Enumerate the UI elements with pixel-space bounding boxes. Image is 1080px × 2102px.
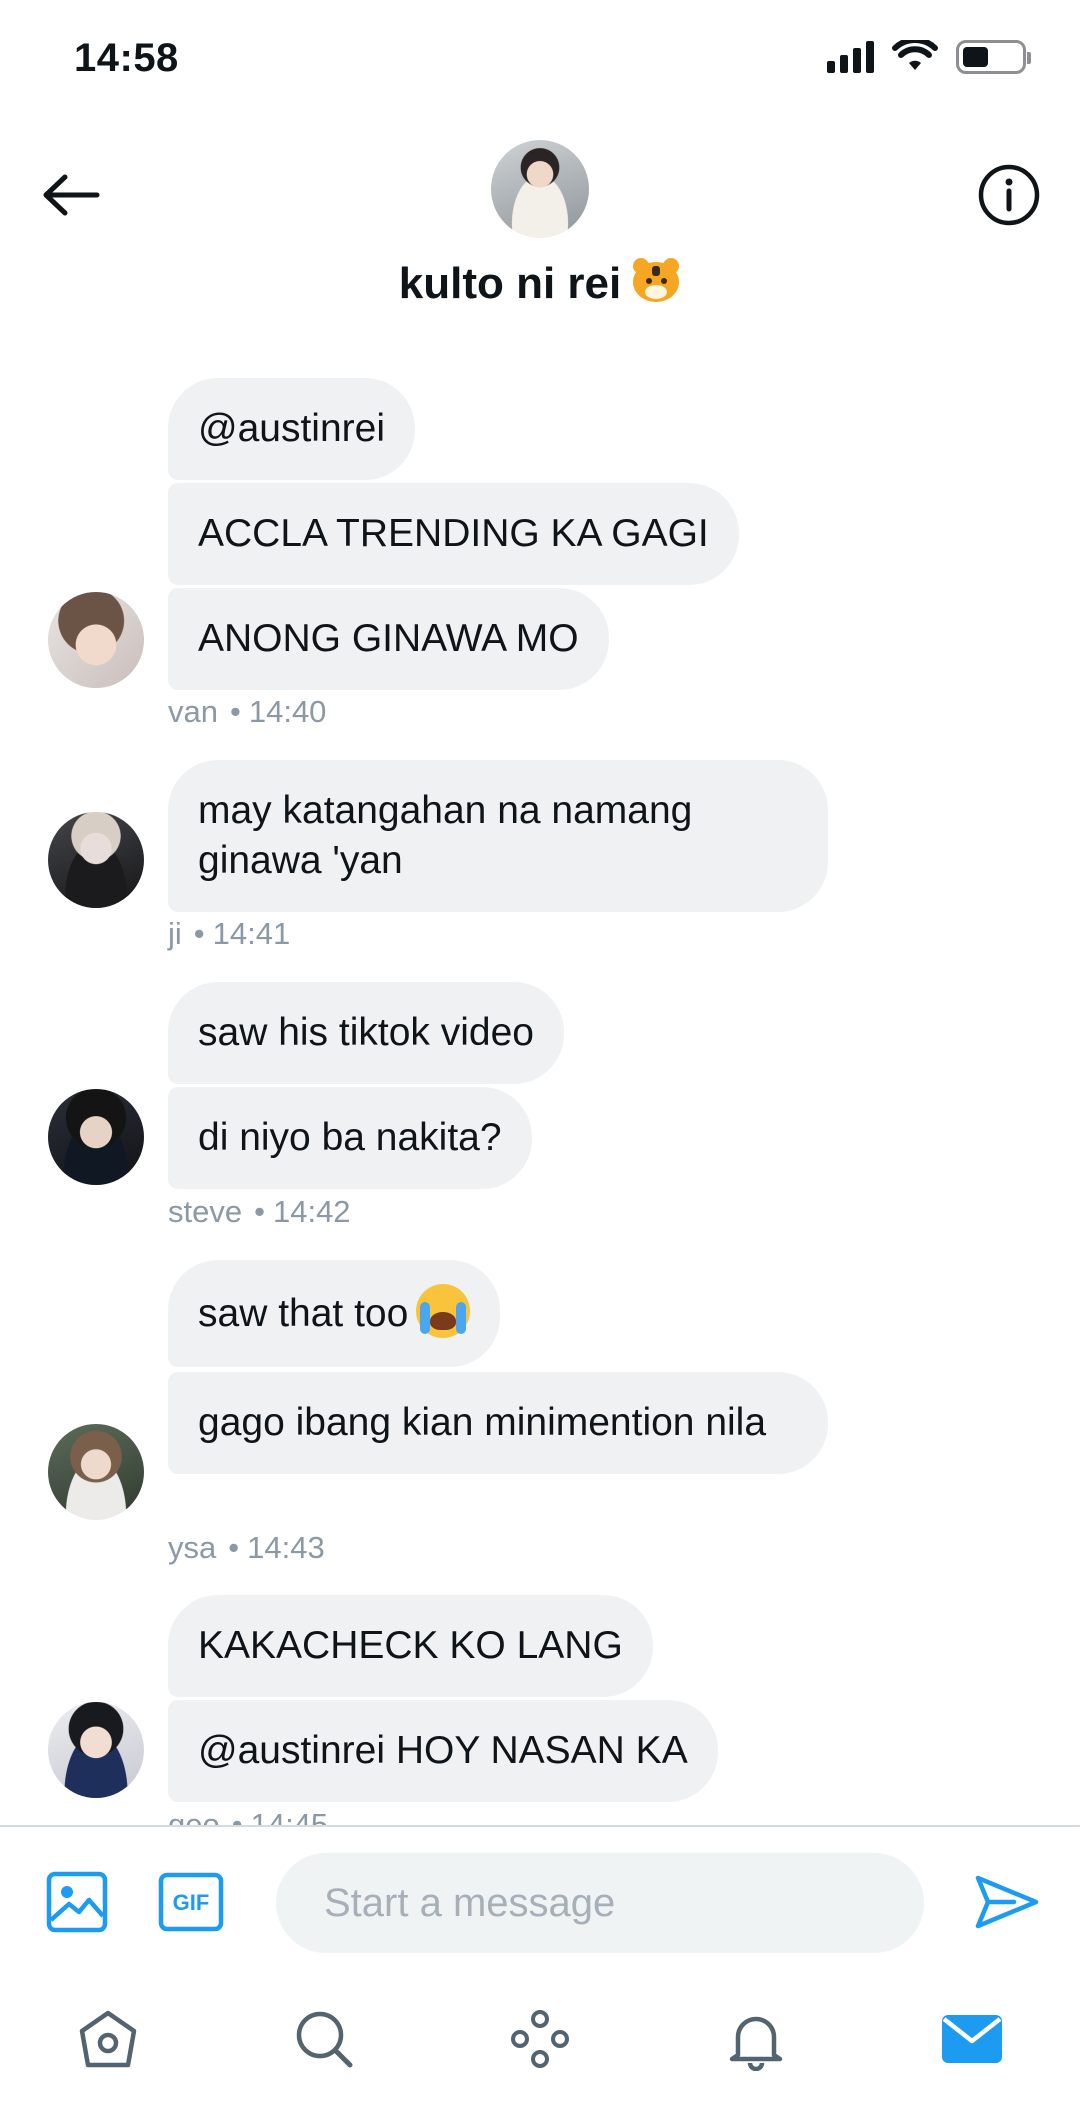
- message-input-container[interactable]: [276, 1853, 924, 1953]
- message-list[interactable]: @austinrei ACCLA TRENDING KA GAGI ANONG …: [0, 340, 1080, 1825]
- message-meta: ji • 14:41: [168, 916, 291, 951]
- tiger-face-emoji: [631, 258, 681, 304]
- message-text: saw that too: [198, 1292, 409, 1335]
- arrow-left-icon: [43, 174, 100, 216]
- message-bubble[interactable]: @austinrei: [168, 378, 416, 480]
- message-bubble[interactable]: may katangahan na namang ginawa 'yan: [168, 760, 828, 912]
- send-button[interactable]: [972, 1867, 1042, 1937]
- messages-icon: [942, 2014, 1002, 2063]
- avatar-ysa[interactable]: [48, 1424, 144, 1520]
- message-meta: steve • 14:42: [168, 1194, 351, 1229]
- message-bubble[interactable]: KAKACHECK KO LANG: [168, 1595, 653, 1697]
- message-composer: GIF: [0, 1825, 1080, 1975]
- message-time: 14:45: [250, 1807, 329, 1825]
- sender-name: geo: [168, 1807, 220, 1825]
- tab-home[interactable]: [0, 1975, 216, 2102]
- avatar-steve[interactable]: [48, 1089, 144, 1185]
- message-time: 14:43: [247, 1530, 325, 1565]
- tab-messages[interactable]: [864, 1975, 1080, 2102]
- message-bubble[interactable]: gago ibang kian minimention nila: [168, 1372, 828, 1474]
- group-avatar[interactable]: [491, 140, 589, 238]
- info-icon: [978, 164, 1040, 226]
- image-icon: [46, 1871, 108, 1933]
- message-meta: van • 14:40: [168, 694, 327, 729]
- tab-spaces[interactable]: [432, 1975, 648, 2102]
- message-bubble[interactable]: ACCLA TRENDING KA GAGI: [168, 483, 739, 585]
- message-meta: geo • 14:45: [168, 1807, 328, 1825]
- sender-name: ysa: [168, 1530, 217, 1565]
- notifications-icon: [729, 2016, 783, 2071]
- spaces-icon: [511, 2009, 569, 2068]
- message-bubble[interactable]: ANONG GINAWA MO: [168, 588, 609, 690]
- message-time: 14:41: [212, 916, 291, 951]
- conversation-title: kulto ni rei: [0, 258, 1080, 309]
- status-bar: 14:58: [0, 0, 1080, 110]
- add-gif-button[interactable]: GIF: [158, 1869, 224, 1935]
- loudly-crying-face-emoji: [416, 1284, 471, 1338]
- tab-notifications[interactable]: [648, 1975, 864, 2102]
- sender-name: ji: [168, 916, 182, 951]
- search-icon: [296, 2011, 353, 2067]
- cellular-signal-icon: [827, 41, 874, 73]
- tab-search[interactable]: [216, 1975, 432, 2102]
- wifi-icon: [892, 40, 938, 70]
- message-bubble[interactable]: @austinrei HOY NASAN KA: [168, 1700, 718, 1802]
- conversation-title-text: kulto ni rei: [398, 259, 622, 308]
- conversation-header: kulto ni rei: [0, 110, 1080, 340]
- home-icon: [79, 2010, 137, 2067]
- message-bubble[interactable]: saw his tiktok video: [168, 982, 564, 1084]
- status-time: 14:58: [74, 36, 179, 80]
- avatar-geo[interactable]: [48, 1702, 144, 1798]
- sender-name: steve: [168, 1194, 243, 1229]
- message-time: 14:42: [272, 1194, 351, 1229]
- message-bubble[interactable]: saw that too: [168, 1260, 501, 1367]
- message-input[interactable]: [276, 1853, 924, 1953]
- message-bubble[interactable]: di niyo ba nakita?: [168, 1087, 532, 1189]
- conversation-info-button[interactable]: [974, 160, 1044, 230]
- bottom-tab-bar: [0, 1975, 1080, 2102]
- gif-icon: GIF: [158, 1872, 224, 1932]
- gif-label: GIF: [173, 1890, 210, 1915]
- sender-name: van: [168, 694, 218, 729]
- avatar-ji[interactable]: [48, 812, 144, 908]
- message-meta: ysa • 14:43: [168, 1530, 325, 1565]
- message-time: 14:40: [248, 694, 327, 729]
- status-icons: [827, 40, 1031, 74]
- back-button[interactable]: [36, 160, 106, 230]
- avatar-van[interactable]: [48, 592, 144, 688]
- battery-icon: [956, 40, 1031, 74]
- add-photo-button[interactable]: [44, 1869, 110, 1935]
- send-icon: [975, 1875, 1039, 1929]
